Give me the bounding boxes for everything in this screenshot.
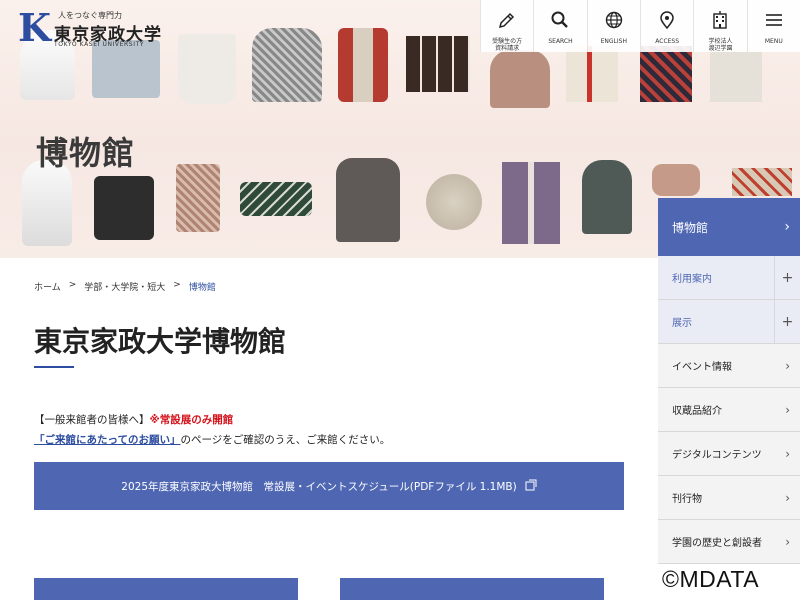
side-nav-item-collection[interactable]: 収蔵品紹介 › [658, 388, 800, 432]
chevron-right-icon: › [785, 534, 790, 549]
building-icon [710, 10, 730, 34]
garment-cream-robe [566, 46, 618, 102]
nav-admission-label: 受験生の方 資料請求 [492, 38, 523, 52]
side-nav-item-digital[interactable]: デジタルコンテンツ › [658, 432, 800, 476]
side-nav-item-label: 利用案内 [672, 274, 712, 285]
nav-english-button[interactable]: ENGLISH [586, 0, 640, 52]
side-nav-header-label: 博物館 [672, 220, 709, 235]
side-nav-item-exhibition[interactable]: 展示 + [658, 300, 800, 344]
chevron-right-icon: › [784, 219, 790, 235]
nav-admission-button[interactable]: 受験生の方 資料請求 [480, 0, 534, 52]
garment-festival-robe [732, 168, 792, 196]
globe-icon [604, 10, 624, 34]
garment-overalls [176, 164, 220, 232]
nav-access-button[interactable]: ACCESS [639, 0, 694, 52]
visitor-notice: 【一般来館者の皆様へ】※常設展のみ開館 [34, 412, 233, 427]
side-nav-item-label: イベント情報 [672, 362, 732, 373]
logo-name-en: TOKYO KASEI UNIVERSITY [54, 41, 145, 48]
pencil-icon [497, 10, 517, 34]
chevron-right-icon: › [785, 446, 790, 461]
copyright-watermark: ©MDATA [662, 566, 760, 592]
nav-english-label: ENGLISH [600, 38, 627, 45]
garment-white-hakama [178, 34, 236, 104]
garment-plaid-coat [252, 28, 322, 102]
garment-grey-kimono [92, 40, 160, 98]
garment-black-jacket [94, 176, 154, 240]
breadcrumb-faculty[interactable]: 学部・大学院・短大 [84, 280, 165, 293]
side-nav-item-label: 収蔵品紹介 [672, 406, 722, 417]
side-nav-item-events[interactable]: イベント情報 › [658, 344, 800, 388]
side-nav-header[interactable]: 博物館 › [658, 198, 800, 256]
page-title: 東京家政大学博物館 [34, 325, 287, 358]
lower-button-right[interactable] [340, 578, 604, 600]
nav-search-label: SEARCH [548, 38, 573, 45]
hero-title: 博物館 [36, 134, 136, 172]
notice-highlight: ※常設展のみ開館 [149, 414, 234, 426]
breadcrumb: ホーム > 学部・大学院・短大 > 博物館 [34, 280, 216, 293]
breadcrumb-current: 博物館 [188, 283, 216, 293]
schedule-pdf-label: 2025年度東京家政大博物館 常設展・イベントスケジュール(PDFファイル 1.… [121, 480, 517, 493]
notice-prefix: 【一般来館者の皆様へ】 [34, 414, 150, 426]
garment-patterned-kimono [640, 46, 692, 102]
garment-embroidered-jacket [652, 164, 700, 196]
side-nav-item-label: 学園の歴史と創設者 [672, 538, 762, 549]
side-nav-item-label: デジタルコンテンツ [672, 450, 762, 461]
garment-light-kimono [710, 50, 762, 102]
garment-grey-hood [582, 160, 632, 234]
title-underline [34, 366, 74, 368]
notice-suffix: のページをご確認のうえ、ご来館ください。 [180, 434, 391, 446]
breadcrumb-separator: > [68, 280, 77, 290]
nav-corporation-label: 学校法人 渡辺学園 [708, 38, 733, 52]
chevron-right-icon: › [785, 490, 790, 505]
lower-button-left[interactable] [34, 578, 298, 600]
schedule-pdf-button[interactable]: 2025年度東京家政大博物館 常設展・イベントスケジュール(PDFファイル 1.… [34, 462, 624, 510]
garment-red-vest [338, 28, 388, 102]
garment-round-plate [426, 174, 482, 230]
garment-purple-kimono [502, 162, 560, 244]
map-pin-icon [657, 10, 677, 34]
top-nav: 受験生の方 資料請求 SEARCH ENGLISH ACCESS 学校法人 渡辺… [480, 0, 800, 52]
side-nav-item-label: 刊行物 [672, 494, 702, 505]
side-nav: 博物館 › 利用案内 + 展示 + イベント情報 › 収蔵品紹介 › デジタルコ… [658, 198, 800, 600]
nav-search-button[interactable]: SEARCH [533, 0, 587, 52]
university-logo[interactable]: K 人をつなぐ専門力 東京家政大学 TOKYO KASEI UNIVERSITY [18, 5, 178, 50]
garment-floral-dress [490, 50, 550, 108]
garment-grey-military-coat [336, 158, 400, 242]
plus-icon[interactable]: + [774, 300, 800, 343]
visitor-notice-link-line: 「ご来館にあたってのお願い」のページをご確認のうえ、ご来館ください。 [34, 432, 390, 447]
garment-green-cushion [240, 182, 312, 216]
logo-mark: K [18, 5, 52, 50]
side-nav-item-history[interactable]: 学園の歴史と創設者 › [658, 520, 800, 564]
hamburger-icon [764, 10, 784, 34]
external-window-icon [525, 479, 537, 494]
side-nav-item-publications[interactable]: 刊行物 › [658, 476, 800, 520]
plus-icon[interactable]: + [774, 256, 800, 299]
breadcrumb-separator: > [173, 280, 181, 290]
chevron-right-icon: › [785, 402, 790, 417]
chevron-right-icon: › [785, 358, 790, 373]
visit-guidelines-link[interactable]: 「ご来館にあたってのお願い」 [34, 434, 180, 446]
nav-corporation-button[interactable]: 学校法人 渡辺学園 [693, 0, 747, 52]
search-icon [550, 10, 570, 34]
nav-menu-button[interactable]: MENU [746, 0, 800, 52]
breadcrumb-home[interactable]: ホーム [34, 280, 61, 293]
nav-menu-label: MENU [764, 38, 783, 45]
side-nav-item-guide[interactable]: 利用案内 + [658, 256, 800, 300]
side-nav-item-label: 展示 [672, 318, 692, 329]
nav-access-label: ACCESS [655, 38, 680, 45]
garment-noren-curtain [406, 36, 470, 92]
